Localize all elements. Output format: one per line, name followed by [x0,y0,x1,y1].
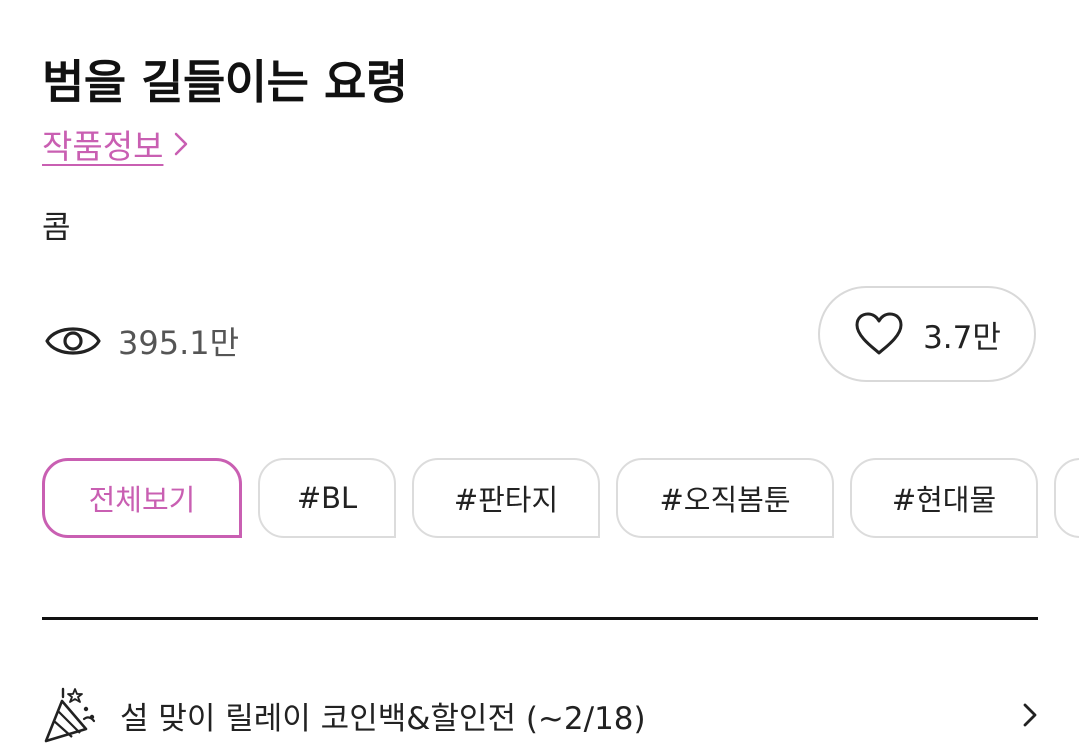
view-count: 395.1만 [44,318,239,364]
work-info-link[interactable]: 작품정보 [42,120,189,168]
view-count-value: 395.1만 [118,324,240,362]
chevron-right-icon [1023,703,1037,727]
tag-all[interactable]: 전체보기 [42,458,242,538]
tag-only-bomtoon[interactable]: #오직봄툰 [616,458,834,538]
party-popper-icon [44,687,96,743]
tag-modern[interactable]: #현대물 [850,458,1038,538]
heart-outline-icon [855,312,903,355]
tag-next-partial[interactable] [1054,458,1079,538]
section-divider [42,617,1038,620]
tag-filter-bar: 전체보기 #BL #판타지 #오직봄툰 #현대물 [42,458,1079,540]
event-banner-label: 설 맞이 릴레이 코인백&할인전 (~2/18) [120,700,646,737]
tag-bl[interactable]: #BL [258,458,396,538]
chevron-right-icon [175,132,188,156]
like-button[interactable]: 3.7만 [818,286,1036,382]
page-title: 범을 길들이는 요령 [42,55,408,109]
tag-fantasy[interactable]: #판타지 [412,458,600,538]
eye-icon [45,327,101,355]
like-count-value: 3.7만 [923,319,1001,356]
author-name: 콤 [42,210,71,246]
work-info-label: 작품정보 [42,127,164,166]
event-banner-row[interactable]: 설 맞이 릴레이 코인백&할인전 (~2/18) [42,680,1038,750]
